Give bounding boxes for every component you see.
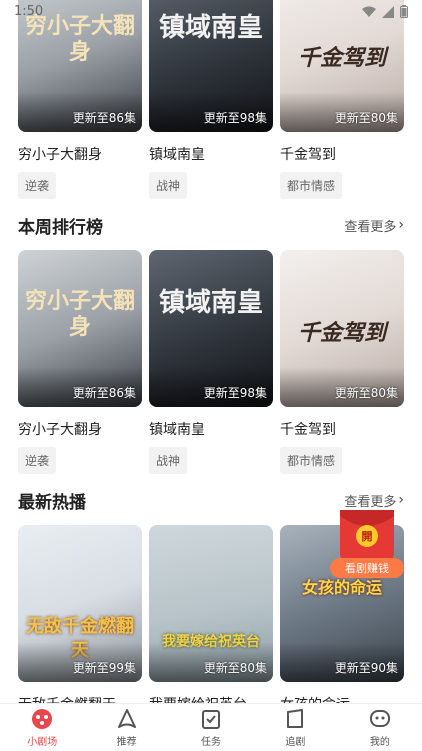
tab-follow[interactable]: 追剧 — [253, 704, 337, 751]
main-scroll[interactable]: 穷小子大翻身 更新至86集 穷小子大翻身 逆袭 镇域南皇 更新至98集 镇域南皇… — [0, 0, 422, 703]
drama-name[interactable]: 穷小子大翻身 — [18, 144, 142, 164]
see-more-label: 查看更多 — [344, 494, 397, 510]
bottom-tab-bar: 小剧场 推荐 任务 追剧 我的 — [0, 703, 422, 751]
drama-poster[interactable]: 镇域南皇 更新至98集 — [149, 250, 273, 407]
chevron-right-icon: › — [398, 492, 404, 508]
status-time: 1:50 — [14, 4, 44, 19]
signal-icon — [382, 5, 394, 18]
poster-title-art: 女孩的命运 — [301, 578, 382, 597]
weekly-ranking-header: 本周排行榜 查看更多 › — [18, 212, 404, 238]
episode-badge: 更新至80集 — [203, 661, 267, 675]
drama-card[interactable]: 千金驾到 更新至80集 千金驾到 都市情感 — [280, 250, 404, 474]
section-title: 本周排行榜 — [18, 217, 103, 238]
see-more-link[interactable]: 查看更多 › — [344, 216, 404, 235]
drama-poster[interactable]: 穷小子大翻身 更新至86集 — [18, 250, 142, 407]
recommend-icon — [117, 709, 136, 728]
tab-profile[interactable]: 我的 — [338, 704, 422, 751]
tab-label: 追剧 — [285, 737, 306, 748]
tab-theater[interactable]: 小剧场 — [0, 704, 84, 751]
episode-badge: 更新至86集 — [72, 386, 136, 400]
episode-badge: 更新至80集 — [334, 111, 398, 125]
battery-icon — [400, 5, 408, 18]
see-more-label: 查看更多 — [344, 219, 397, 235]
drama-name[interactable]: 无敌千金燃翻天 — [18, 694, 142, 703]
drama-card[interactable]: 无敌千金燃翻天 更新至99集 无敌千金燃翻天 — [18, 525, 142, 703]
drama-poster[interactable]: 无敌千金燃翻天 更新至99集 — [18, 525, 142, 682]
tab-label: 任务 — [201, 737, 222, 748]
drama-name[interactable]: 千金驾到 — [280, 419, 404, 439]
drama-name[interactable]: 镇域南皇 — [149, 144, 273, 164]
drama-name[interactable]: 我要嫁给祝英台 — [149, 694, 273, 703]
section-title: 最新热播 — [18, 492, 86, 513]
envelope-open-label: 開 — [361, 530, 373, 543]
watch-earn-label: 看剧赚钱 — [345, 562, 389, 575]
tab-recommend[interactable]: 推荐 — [84, 704, 168, 751]
system-icons — [362, 5, 408, 18]
poster-title-art: 穷小子大翻身 — [24, 288, 135, 340]
genre-tag[interactable]: 逆袭 — [18, 447, 57, 474]
follow-icon — [287, 709, 304, 728]
genre-tag[interactable]: 战神 — [149, 447, 188, 474]
drama-name[interactable]: 镇域南皇 — [149, 419, 273, 439]
episode-badge: 更新至98集 — [203, 386, 267, 400]
episode-badge: 更新至90集 — [334, 661, 398, 675]
watch-earn-floating-button[interactable]: 開 看剧赚钱 — [330, 510, 404, 578]
drama-card[interactable]: 穷小子大翻身 更新至86集 穷小子大翻身 逆袭 — [18, 250, 142, 474]
drama-name[interactable]: 女孩的命运 — [280, 694, 404, 703]
tab-label: 我的 — [369, 737, 390, 748]
drama-poster[interactable]: 我要嫁给祝英台 更新至80集 — [149, 525, 273, 682]
wifi-icon — [362, 6, 376, 17]
drama-card[interactable]: 镇域南皇 更新至98集 镇域南皇 战神 — [149, 250, 273, 474]
poster-title-art: 千金驾到 — [297, 320, 386, 346]
drama-name[interactable]: 千金驾到 — [280, 144, 404, 164]
poster-title-art: 镇域南皇 — [158, 288, 263, 318]
drama-card[interactable]: 我要嫁给祝英台 更新至80集 我要嫁给祝英台 — [149, 525, 273, 703]
drama-card[interactable]: 镇域南皇 更新至98集 镇域南皇 战神 — [149, 0, 273, 199]
genre-tag[interactable]: 都市情感 — [280, 447, 343, 474]
genre-tag[interactable]: 都市情感 — [280, 172, 343, 199]
drama-card[interactable]: 千金驾到 更新至80集 千金驾到 都市情感 — [280, 0, 404, 199]
genre-tag[interactable]: 战神 — [149, 172, 188, 199]
episode-badge: 更新至99集 — [72, 661, 136, 675]
tab-label: 小剧场 — [27, 737, 58, 748]
theater-icon — [32, 709, 53, 729]
status-bar: 1:50 — [0, 0, 422, 24]
episode-badge: 更新至86集 — [72, 111, 136, 125]
chevron-right-icon: › — [398, 217, 404, 233]
task-icon — [202, 710, 221, 729]
tab-task[interactable]: 任务 — [169, 704, 253, 751]
episode-badge: 更新至80集 — [334, 386, 398, 400]
genre-tag[interactable]: 逆袭 — [18, 172, 57, 199]
drama-poster[interactable]: 千金驾到 更新至80集 — [280, 250, 404, 407]
profile-icon — [369, 710, 390, 727]
drama-card[interactable]: 穷小子大翻身 更新至86集 穷小子大翻身 逆袭 — [18, 0, 142, 199]
poster-title-art: 千金驾到 — [297, 45, 386, 71]
weekly-row: 穷小子大翻身 更新至86集 穷小子大翻身 逆袭 镇域南皇 更新至98集 镇域南皇… — [18, 250, 404, 474]
drama-name[interactable]: 穷小子大翻身 — [18, 419, 142, 439]
episode-badge: 更新至98集 — [203, 111, 267, 125]
see-more-link[interactable]: 查看更多 › — [344, 491, 404, 510]
tab-label: 推荐 — [116, 737, 137, 748]
